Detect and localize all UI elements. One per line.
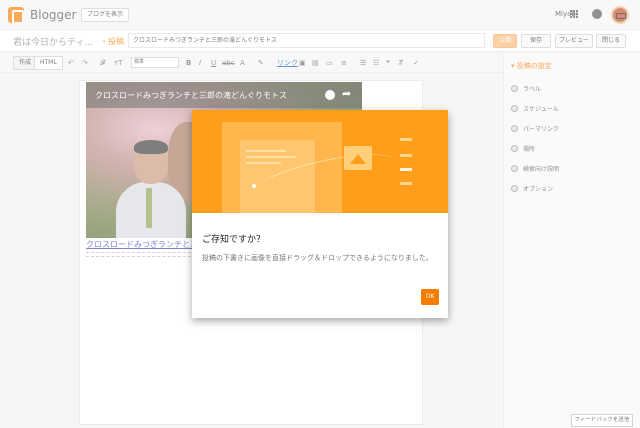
illustration-line <box>246 162 281 164</box>
illustration-line <box>246 150 286 152</box>
ok-button[interactable]: OK <box>421 289 439 305</box>
image-icon <box>344 146 372 170</box>
dialog-title: ご存知ですか？ <box>202 235 266 245</box>
illustration-thumb <box>400 182 412 185</box>
tip-dialog: ご存知ですか？ 投稿の下書きに画像を直接ドラッグ＆ドロップできるようになりました… <box>192 110 448 318</box>
dialog-message: 投稿の下書きに画像を直接ドラッグ＆ドロップできるようになりました。 <box>202 254 433 262</box>
drag-drop-illustration <box>192 110 448 213</box>
illustration-thumb <box>400 154 412 157</box>
illustration-drop-point <box>252 184 256 188</box>
illustration-thumb <box>400 138 412 141</box>
illustration-thumb <box>400 168 412 171</box>
illustration-line <box>246 156 296 158</box>
